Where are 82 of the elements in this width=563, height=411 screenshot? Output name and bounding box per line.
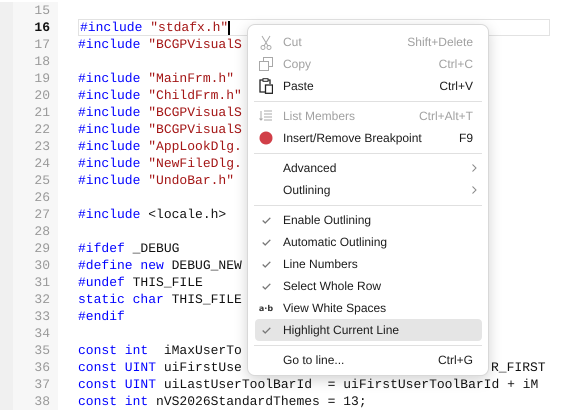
code-text: "UndoBar.h"	[148, 173, 234, 188]
code-text: iMaxUserTo	[164, 343, 242, 358]
chevron-icon	[472, 186, 477, 194]
line-number: 36	[0, 359, 58, 376]
menu-item[interactable]: Highlight Current Line	[255, 319, 482, 341]
line-number: 35	[0, 342, 58, 359]
code-text: THIS_FILE	[132, 275, 203, 290]
code-text: "BCGPVisualS	[148, 122, 242, 137]
line-number: 20	[0, 87, 58, 104]
line-number: 28	[0, 223, 58, 240]
menu-item[interactable]: Line Numbers	[255, 253, 482, 275]
line-number: 29	[0, 240, 58, 257]
code-text: DEBUG_NEW	[172, 258, 242, 273]
code-text: <locale.h>	[148, 207, 226, 222]
line-number: 24	[0, 155, 58, 172]
line-number: 27	[0, 206, 58, 223]
line-number: 26	[0, 189, 58, 206]
code-text: "MainFrm.h"	[148, 71, 234, 86]
line-number: 23	[0, 138, 58, 155]
menu-item[interactable]: Enable Outlining	[255, 209, 482, 231]
line-number: 18	[0, 53, 58, 70]
code-text: "BCGPVisualS	[148, 105, 242, 120]
code-text: const UINT	[78, 360, 158, 375]
menu-item[interactable]: Paste Ctrl+V	[255, 75, 482, 97]
code-text: #include	[78, 122, 142, 137]
line-number: 21	[0, 104, 58, 121]
line-number: 15	[0, 2, 58, 19]
code-text: #include	[80, 20, 144, 35]
copy-icon	[259, 57, 273, 71]
code-text: static char	[78, 292, 165, 307]
menu-item[interactable]: a·b View White Spaces	[255, 297, 482, 319]
line-number: 38	[0, 393, 58, 410]
code-text: #ifdef	[78, 241, 126, 256]
code-text: #include	[78, 173, 142, 188]
whitespace-icon: a·b	[258, 304, 274, 312]
line-number: 25	[0, 172, 58, 189]
line-number: 16	[0, 19, 58, 36]
text-caret	[228, 20, 230, 34]
code-text: "stdafx.h"	[150, 20, 228, 35]
code-text: const UINT	[78, 377, 158, 392]
code-text: #endif	[78, 309, 125, 324]
menu-item[interactable]: Go to line... Ctrl+G	[255, 349, 482, 371]
code-text: #include	[78, 156, 142, 171]
code-text: "AppLookDlg.	[148, 139, 242, 154]
line-number: 33	[0, 308, 58, 325]
chevron-icon	[472, 164, 477, 172]
code-text: #include	[78, 207, 142, 222]
code-text: uiFirstUse	[164, 360, 242, 375]
code-text: #include	[78, 139, 142, 154]
line-number: 31	[0, 274, 58, 291]
code-text: #include	[78, 37, 142, 52]
submenu-item[interactable]: Advanced	[255, 157, 482, 179]
code-text: const int	[78, 343, 150, 358]
code-text: R_FIRST	[491, 360, 546, 375]
list-members-icon	[259, 110, 273, 122]
line-number: 19	[0, 70, 58, 87]
line-number: 32	[0, 291, 58, 308]
code-text: const int	[78, 394, 150, 409]
code-text: "NewFileDlg.	[148, 156, 242, 171]
line-number: 34	[0, 325, 58, 342]
code-text: #define new	[78, 258, 165, 273]
code-text: THIS_FILE	[172, 292, 242, 307]
line-number: 22	[0, 121, 58, 138]
code-text: uiLastUserToolBarId = uiFirstUserToolBarId + iM	[164, 377, 538, 392]
code-text: nVS2026StandardThemes = 13;	[156, 394, 367, 409]
submenu-item[interactable]: Outlining	[255, 179, 482, 201]
breakpoint-icon	[259, 131, 273, 145]
menu-item[interactable]: Insert/Remove Breakpoint F9	[255, 127, 482, 149]
line-number: 30	[0, 257, 58, 274]
code-text: #undef	[78, 275, 126, 290]
line-number: 37	[0, 376, 58, 393]
code-text: _DEBUG	[132, 241, 180, 256]
code-text: #include	[78, 105, 142, 120]
cut-icon	[260, 34, 272, 50]
code-text: #include	[78, 71, 142, 86]
code-text: #include	[78, 88, 142, 103]
menu-item[interactable]: Select Whole Row	[255, 275, 482, 297]
paste-icon	[259, 78, 273, 94]
code-text: "ChildFrm.h"	[148, 88, 242, 103]
menu-item[interactable]: Automatic Outlining	[255, 231, 482, 253]
line-number: 17	[0, 36, 58, 53]
code-text: "BCGPVisualS	[148, 37, 242, 52]
